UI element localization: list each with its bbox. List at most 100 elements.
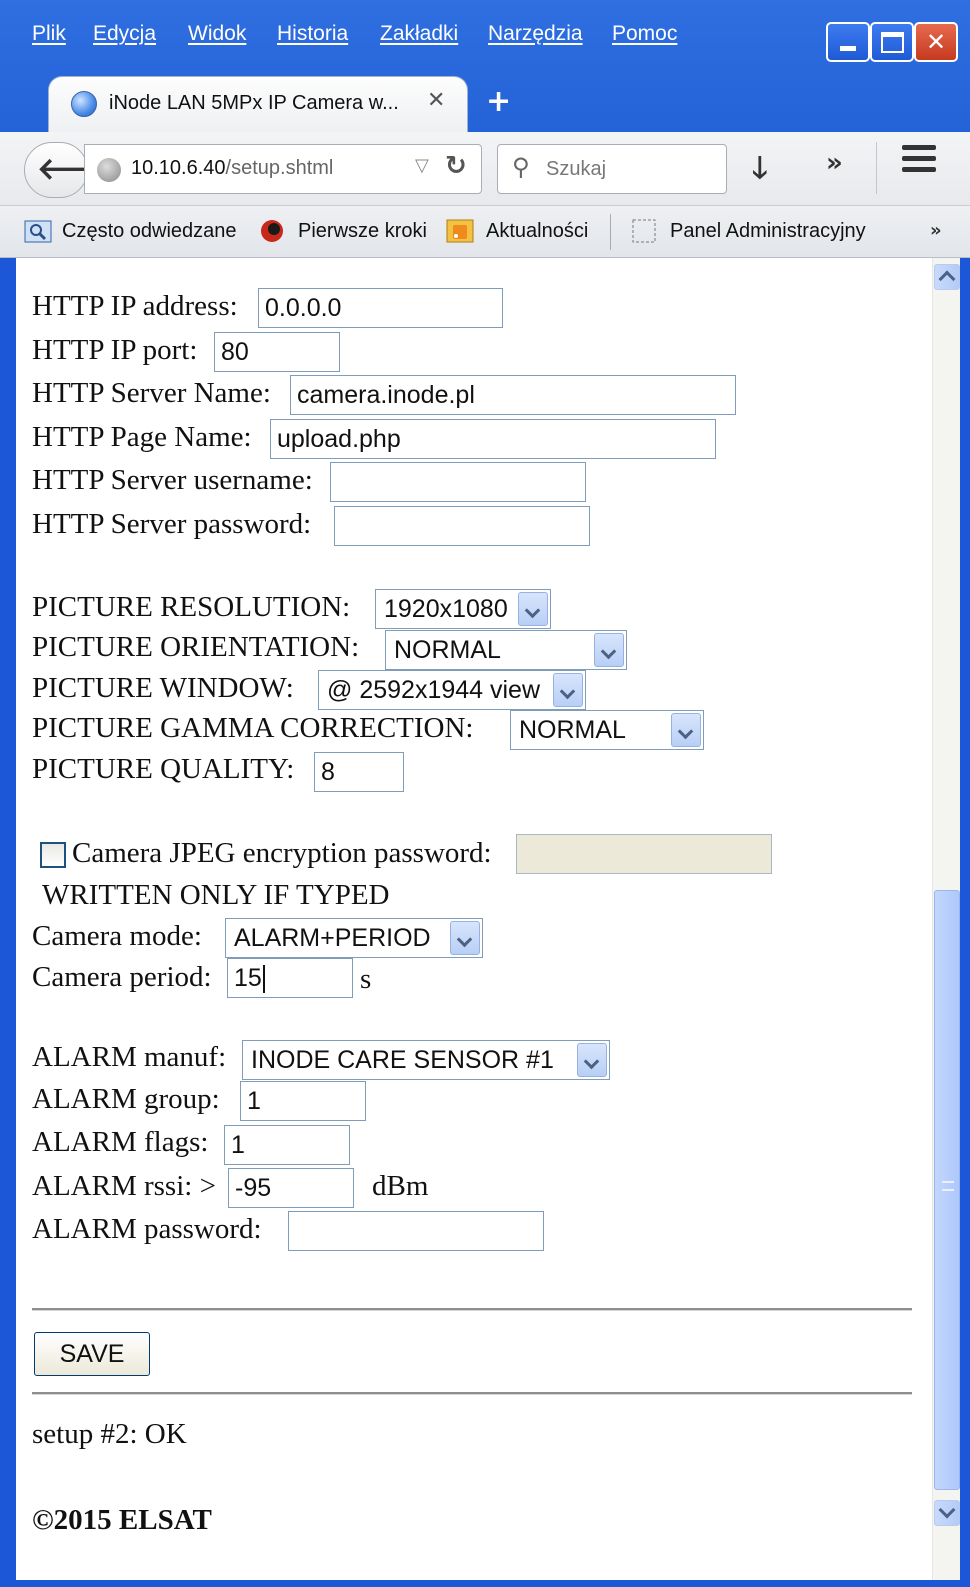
new-tab-button[interactable]: +	[486, 84, 511, 119]
picture-orientation-select[interactable]: NORMAL	[385, 630, 627, 670]
alarm-rssi-input[interactable]: -95	[228, 1168, 354, 1208]
chevron-down-icon	[594, 633, 624, 667]
camera-period-label: Camera period:	[32, 961, 212, 993]
bookmark-pierwsze-kroki[interactable]: Pierwsze kroki	[298, 220, 427, 243]
text-caret	[262, 965, 265, 994]
navigation-toolbar: 🡐 10.10.6.40/setup.shtml ▽ ↻ ⚲ Szukaj 🡓 …	[0, 132, 970, 206]
search-folder-icon	[24, 220, 52, 243]
divider-bottom	[32, 1392, 912, 1395]
site-identity-icon[interactable]	[97, 158, 121, 182]
chevron-down-icon	[671, 713, 701, 747]
menu-plik[interactable]: Plik	[32, 22, 66, 46]
tab-camera-setup[interactable]: iNode LAN 5MPx IP Camera w... ✕	[48, 76, 468, 132]
encryption-checkbox[interactable]	[40, 842, 66, 868]
status-text: setup #2: OK	[32, 1418, 187, 1450]
hamburger-menu-icon[interactable]	[902, 145, 936, 175]
chevron-down-icon	[450, 921, 480, 955]
search-placeholder: Szukaj	[546, 158, 607, 180]
url-host: 10.10.6.40	[131, 157, 226, 179]
http-user-input[interactable]	[330, 462, 586, 502]
chevron-up-icon	[938, 270, 956, 288]
http-server-input[interactable]: camera.inode.pl	[290, 375, 736, 415]
menu-narzedzia[interactable]: Narzędzia	[488, 22, 583, 46]
browser-chrome: Plik Edycja Widok Historia Zakładki Narz…	[0, 0, 970, 258]
http-pass-input[interactable]	[334, 506, 590, 546]
http-port-input[interactable]: 80	[214, 332, 340, 372]
picture-resolution-select[interactable]: 1920x1080	[375, 589, 551, 629]
minimize-button[interactable]	[826, 22, 870, 62]
menu-pomoc[interactable]: Pomoc	[612, 22, 677, 46]
tab-close-icon[interactable]: ✕	[427, 88, 445, 113]
menu-zakladki[interactable]: Zakładki	[380, 22, 458, 46]
http-page-input[interactable]: upload.php	[270, 419, 716, 459]
menu-bar: Plik Edycja Widok Historia Zakładki Narz…	[0, 0, 970, 70]
scrollbar-thumb[interactable]	[934, 890, 960, 1490]
http-pass-label: HTTP Server password:	[32, 508, 312, 540]
camera-mode-select[interactable]: ALARM+PERIOD	[225, 918, 483, 958]
alarm-password-label: ALARM password:	[32, 1213, 262, 1245]
picture-window-value: @ 2592x1944 view	[327, 676, 541, 704]
http-ip-label: HTTP IP address:	[32, 290, 238, 322]
search-bar[interactable]: ⚲ Szukaj	[497, 144, 727, 194]
chevron-down-icon	[518, 592, 548, 626]
bookmark-separator	[610, 214, 611, 250]
picture-quality-label: PICTURE QUALITY:	[32, 753, 295, 785]
alarm-group-label: ALARM group:	[32, 1083, 220, 1115]
overflow-chevron-icon[interactable]: »	[826, 148, 843, 178]
scroll-up-button[interactable]	[934, 264, 960, 290]
alarm-rssi-unit: dBm	[372, 1170, 429, 1202]
reload-icon[interactable]: ↻	[445, 151, 467, 181]
back-button[interactable]: 🡐	[24, 142, 117, 198]
menu-widok[interactable]: Widok	[188, 22, 246, 46]
alarm-flags-label: ALARM flags:	[32, 1126, 209, 1158]
picture-window-select[interactable]: @ 2592x1944 view	[318, 670, 586, 710]
camera-mode-label: Camera mode:	[32, 920, 202, 952]
chevron-down-icon	[553, 673, 583, 707]
page-content: HTTP IP address: 0.0.0.0 HTTP IP port: 8…	[16, 258, 932, 1580]
minimize-icon	[840, 46, 856, 51]
picture-quality-input[interactable]: 8	[314, 752, 404, 792]
copyright-footer: ©2015 ELSAT	[32, 1504, 212, 1536]
http-server-label: HTTP Server Name:	[32, 377, 271, 409]
camera-period-unit: s	[360, 963, 372, 995]
bookmark-panel-administracyjny[interactable]: Panel Administracyjny	[670, 220, 866, 243]
save-button[interactable]: SAVE	[34, 1332, 150, 1376]
picture-orientation-value: NORMAL	[394, 636, 501, 664]
download-icon[interactable]: 🡓	[752, 146, 768, 197]
bookmark-czesto-odwiedzane[interactable]: Często odwiedzane	[62, 220, 237, 243]
http-page-label: HTTP Page Name:	[32, 421, 252, 453]
vertical-scrollbar[interactable]	[932, 258, 960, 1580]
scroll-down-button[interactable]	[934, 1500, 960, 1526]
picture-gamma-select[interactable]: NORMAL	[510, 710, 704, 750]
menu-edycja[interactable]: Edycja	[93, 22, 156, 46]
history-dropdown-icon[interactable]: ▽	[415, 155, 429, 176]
encryption-password-input[interactable]	[516, 834, 772, 874]
http-ip-input[interactable]: 0.0.0.0	[258, 288, 503, 328]
url-bar[interactable]: 10.10.6.40/setup.shtml ▽ ↻	[84, 144, 482, 194]
tab-title: iNode LAN 5MPx IP Camera w...	[109, 92, 399, 114]
firefox-icon	[261, 220, 283, 242]
bookmark-aktualnosci[interactable]: Aktualności	[486, 220, 588, 243]
maximize-icon	[881, 32, 904, 53]
divider-top	[32, 1308, 912, 1311]
maximize-button[interactable]	[870, 22, 914, 62]
bookmarks-toolbar: Często odwiedzane Pierwsze kroki Aktualn…	[0, 206, 970, 258]
encryption-label: Camera JPEG encryption password:	[72, 837, 492, 869]
toolbar-separator	[876, 142, 877, 194]
chevron-down-icon	[577, 1043, 607, 1077]
picture-gamma-label: PICTURE GAMMA CORRECTION:	[32, 712, 474, 744]
bookmarks-overflow-icon[interactable]: »	[930, 220, 942, 241]
alarm-manuf-select[interactable]: INODE CARE SENSOR #1	[242, 1040, 610, 1080]
blank-page-icon	[632, 219, 656, 243]
alarm-flags-input[interactable]: 1	[224, 1125, 350, 1165]
alarm-password-input[interactable]	[288, 1211, 544, 1251]
close-window-button[interactable]: ✕	[914, 22, 958, 62]
camera-period-input[interactable]: 15	[227, 958, 353, 998]
http-port-label: HTTP IP port:	[32, 334, 198, 366]
picture-gamma-value: NORMAL	[519, 716, 626, 744]
picture-resolution-value: 1920x1080	[384, 595, 508, 623]
alarm-group-input[interactable]: 1	[240, 1081, 366, 1121]
chevron-down-icon	[938, 1501, 956, 1519]
camera-mode-value: ALARM+PERIOD	[234, 924, 431, 952]
menu-historia[interactable]: Historia	[277, 22, 348, 46]
